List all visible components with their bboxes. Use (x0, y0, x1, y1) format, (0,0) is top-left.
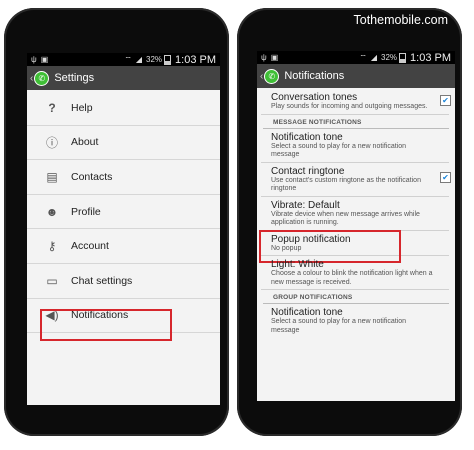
menu-item-contacts[interactable]: ▤ Contacts (27, 160, 220, 195)
conversation-tones-checkbox[interactable]: ✔ (440, 95, 451, 106)
phone-left: ψ ▣ ⌔ ◢ 32% 1:03 PM ‹ ✆ Settings ? Help … (4, 8, 229, 436)
battery-percent: 32% (381, 53, 398, 62)
pref-summary: Play sounds for incoming and outgoing me… (271, 103, 428, 110)
question-icon: ? (48, 100, 56, 115)
pref-summary: Select a sound to play for a new notific… (271, 318, 407, 334)
notifications-highlight-box (40, 309, 172, 341)
pref-group-notification-tone[interactable]: Notification tone Select a sound to play… (261, 304, 449, 337)
back-icon[interactable]: ‹ (30, 73, 33, 84)
wifi-icon: ⌔ (124, 54, 132, 64)
pref-title: Light: White (271, 259, 324, 270)
menu-item-chat-settings[interactable]: ▭ Chat settings (27, 264, 220, 299)
pref-notification-tone[interactable]: Notification tone Select a sound to play… (261, 129, 449, 163)
pref-summary: Select a sound to play for a new notific… (271, 142, 407, 159)
menu-item-account[interactable]: ⚷ Account (27, 229, 220, 264)
wifi-icon: ⌔ (359, 52, 367, 62)
menu-item-label: Account (71, 240, 109, 253)
action-bar[interactable]: ‹ ✆ Settings (27, 66, 220, 90)
info-icon: ⓘ (45, 135, 58, 150)
whatsapp-logo-icon[interactable]: ✆ (264, 68, 280, 84)
pref-conversation-tones[interactable]: Conversation tones Play sounds for incom… (261, 88, 451, 115)
clock: 1:03 PM (410, 51, 451, 64)
section-header-group: GROUP NOTIFICATIONS (263, 290, 449, 304)
clock: 1:03 PM (175, 53, 216, 66)
pref-summary: Choose a colour to blink the notificatio… (271, 270, 433, 286)
chat-icon: ▭ (46, 273, 58, 288)
contact-ringtone-checkbox[interactable]: ✔ (440, 171, 451, 183)
pref-summary: Use contact's custom ringtone as the not… (271, 176, 421, 193)
menu-item-label: Chat settings (71, 274, 133, 287)
pref-popup-notification[interactable]: Popup notification No popup (259, 229, 449, 263)
status-bar: ψ ▣ ⌔ ◢ 32% 1:03 PM (257, 51, 455, 64)
pref-title: Vibrate: Default (271, 199, 340, 211)
watermark: Tothemobile.com (353, 13, 449, 27)
usb-icon: ψ (31, 55, 37, 64)
pref-summary: Vibrate device when new message arrives … (271, 210, 420, 227)
menu-item-help[interactable]: ? Help (27, 91, 220, 126)
pref-title: Conversation tones (271, 92, 358, 103)
profile-icon: ☻ (45, 204, 59, 219)
phone-right: ψ ▣ ⌔ ◢ 32% 1:03 PM ‹ ✆ Notifications Co… (237, 8, 462, 436)
menu-item-profile[interactable]: ☻ Profile (27, 195, 220, 230)
status-bar: ψ ▣ ⌔ ◢ 32% 1:03 PM (27, 53, 220, 66)
screen-title: Notifications (284, 70, 345, 82)
menu-item-about[interactable]: ⓘ About (27, 126, 220, 161)
battery-percent: 32% (146, 55, 163, 64)
key-icon: ⚷ (47, 239, 57, 254)
pref-title: Notification tone (271, 307, 343, 318)
checkmark-icon: ✔ (442, 172, 449, 182)
pref-vibrate[interactable]: Vibrate: Default Vibrate device when new… (261, 197, 449, 231)
whatsapp-logo-icon[interactable]: ✆ (34, 70, 50, 86)
image-icon: ▣ (40, 55, 49, 64)
notifications-screen: ψ ▣ ⌔ ◢ 32% 1:03 PM ‹ ✆ Notifications Co… (257, 51, 455, 401)
menu-item-label: Profile (71, 205, 101, 218)
back-icon[interactable]: ‹ (260, 71, 263, 82)
battery-icon (164, 54, 172, 65)
menu-item-label: About (71, 136, 99, 149)
screen-title: Settings (54, 72, 95, 84)
menu-item-label: Help (71, 101, 93, 114)
action-bar[interactable]: ‹ ✆ Notifications (257, 64, 455, 88)
menu-item-label: Contacts (71, 170, 113, 183)
pref-light[interactable]: Light: White Choose a colour to blink th… (261, 256, 449, 290)
battery-icon (399, 52, 407, 63)
settings-screen: ψ ▣ ⌔ ◢ 32% 1:03 PM ‹ ✆ Settings ? Help … (27, 53, 220, 405)
signal-icon: ◢ (135, 55, 143, 64)
image-icon: ▣ (270, 53, 279, 62)
usb-icon: ψ (261, 53, 267, 62)
pref-contact-ringtone[interactable]: Contact ringtone Use contact's custom ri… (261, 163, 451, 197)
checkmark-icon: ✔ (442, 96, 449, 105)
section-header-message: MESSAGE NOTIFICATIONS (263, 115, 449, 129)
pref-title: Contact ringtone (271, 165, 345, 177)
signal-icon: ◢ (370, 53, 378, 62)
pref-title: Notification tone (271, 131, 343, 143)
contacts-icon: ▤ (46, 169, 58, 184)
